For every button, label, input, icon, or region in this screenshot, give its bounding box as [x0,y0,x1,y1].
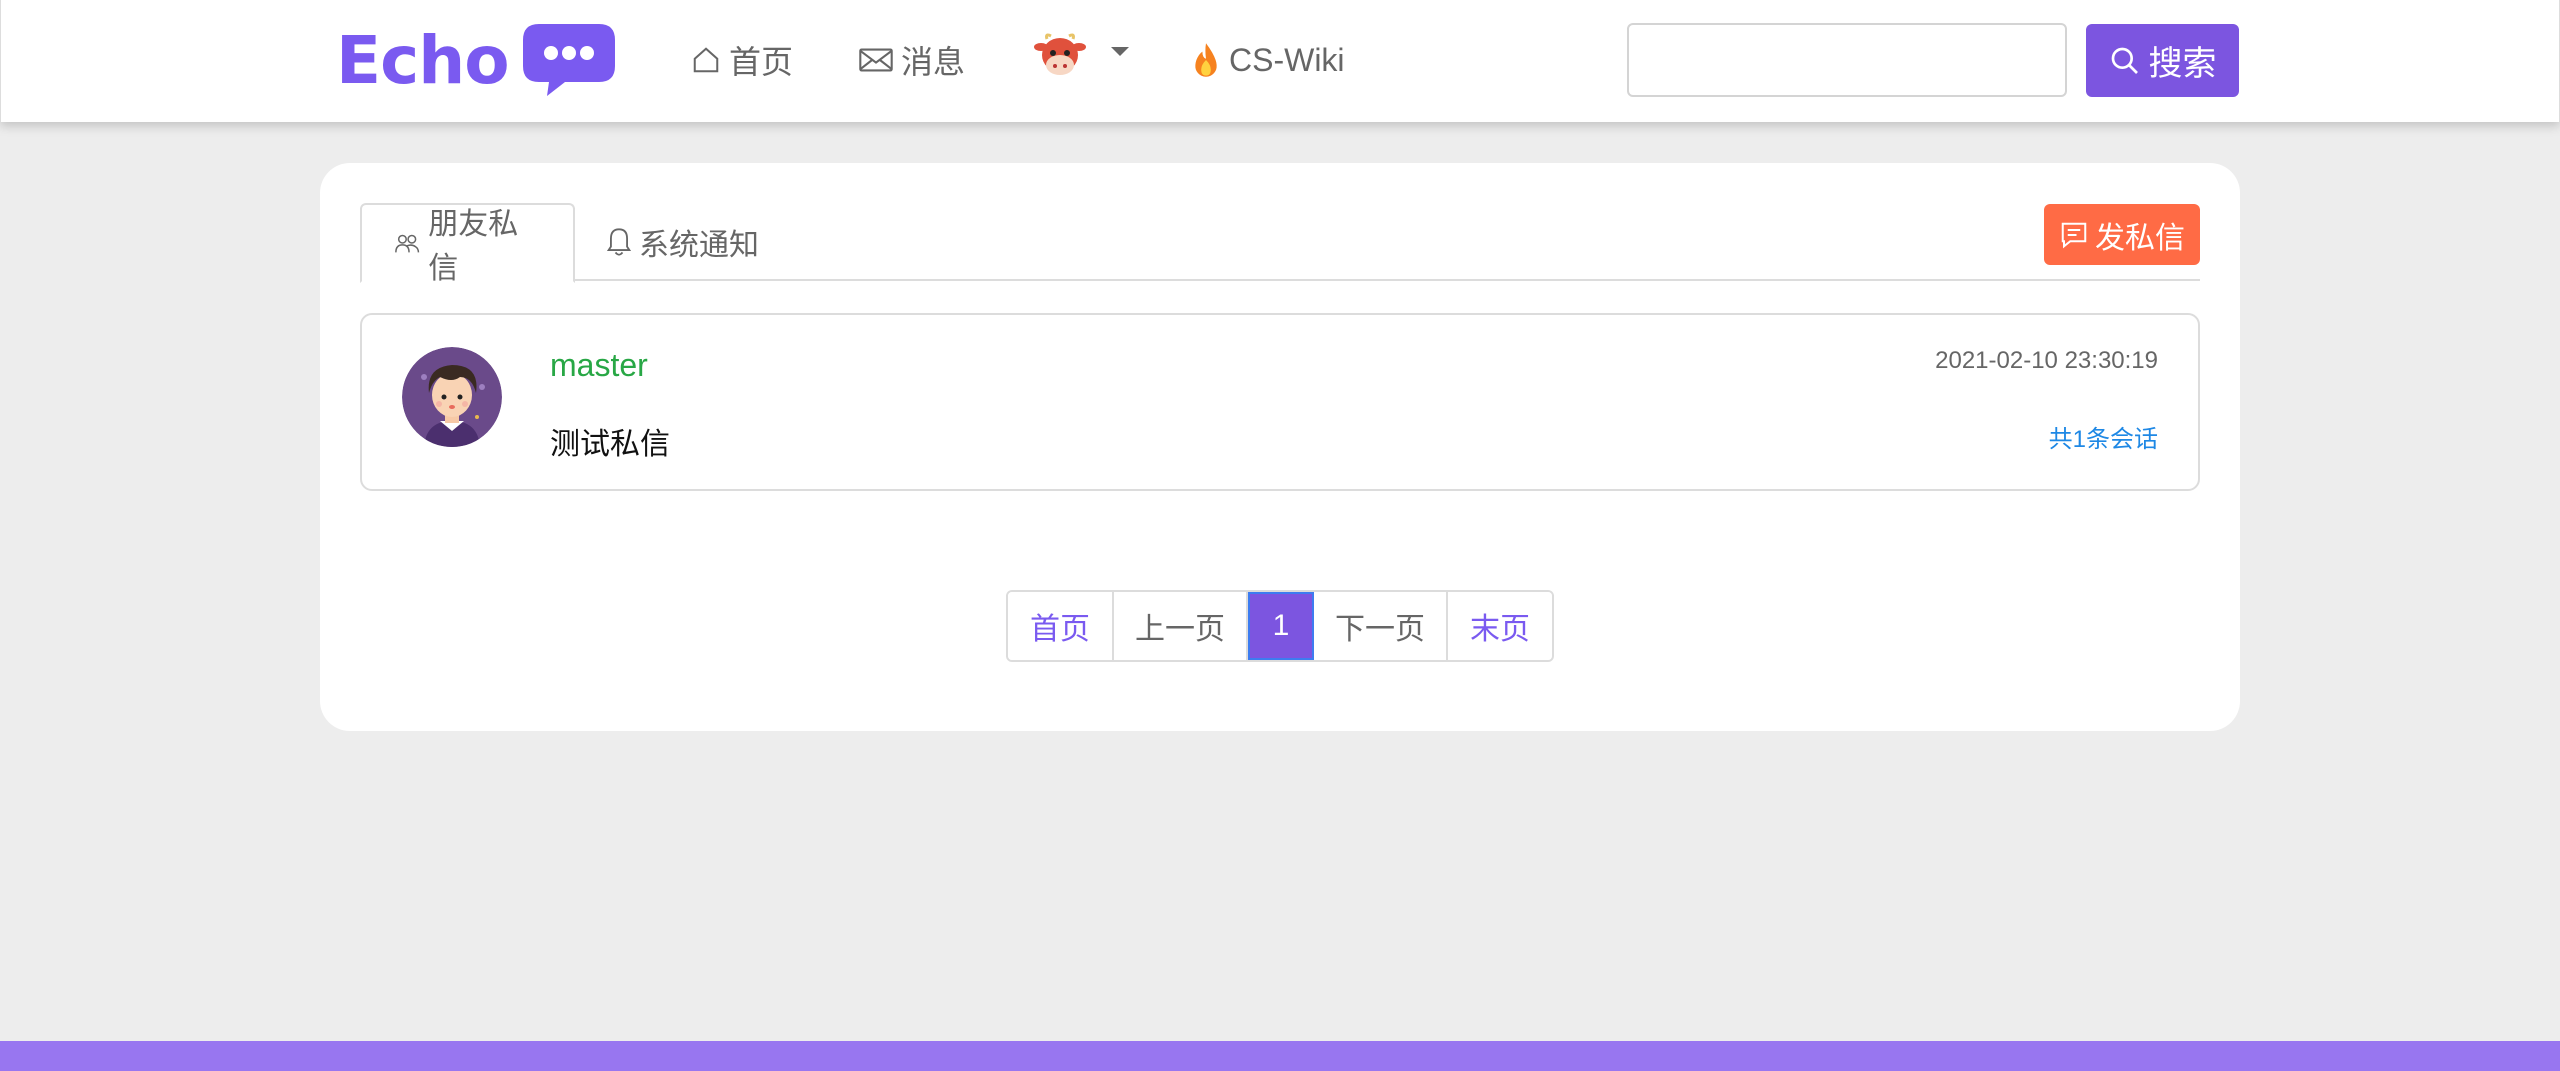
tab-friend-messages-label: 朋友私信 [428,208,519,285]
caret-down-icon [1111,47,1129,56]
conversation-count-link[interactable]: 共1条会话 [2049,419,2158,454]
nav-home-label: 首页 [729,44,794,80]
page-current[interactable]: 1 [1248,592,1314,660]
nav-messages-label: 消息 [901,44,966,80]
page-prev[interactable]: 上一页 [1114,592,1248,660]
tab-system-notifications-label: 系统通知 [639,229,759,262]
chat-icon [2061,222,2087,248]
nav-wiki[interactable]: CS-Wiki [1191,38,1345,82]
nav-wiki-label: CS-Wiki [1229,41,1345,78]
send-message-label: 发私信 [2095,221,2185,255]
cow-avatar-icon [1034,33,1086,75]
avatar[interactable] [402,347,502,447]
footer-bar [0,1041,2560,1071]
users-icon [395,234,420,253]
conversation-time: 2021-02-10 23:30:19 [1935,347,2158,374]
tab-system-notifications[interactable]: 系统通知 [575,203,791,281]
fire-icon [1195,43,1217,77]
envelope-icon [859,48,893,72]
conversation-content: 测试私信 [550,428,670,461]
search-icon [2111,47,2138,74]
chat-bubble-logo-icon [521,22,617,103]
page-next[interactable]: 下一页 [1314,592,1448,660]
nav-messages[interactable]: 消息 [859,38,965,82]
conversation-username[interactable]: master [550,347,648,384]
pagination: 首页 上一页 1 下一页 末页 [1006,590,1554,662]
cartoon-boy-avatar-icon [402,347,502,447]
nav-user-menu[interactable] [1033,33,1131,78]
page-last[interactable]: 末页 [1448,592,1552,660]
send-message-button[interactable]: 发私信 [2044,204,2200,265]
search-button-label: 搜索 [2148,45,2217,83]
tab-friend-messages[interactable]: 朋友私信 [360,203,575,285]
search-input[interactable] [1627,23,2067,97]
home-icon [693,47,719,73]
bell-icon [607,228,631,256]
conversation-item[interactable]: master 测试私信 2021-02-10 23:30:19 共1条会话 [360,313,2200,491]
message-tabs: 朋友私信 系统通知 [360,203,2200,285]
top-navbar: Echo 首页 消息 CS-Wiki 搜索 [0,0,2560,122]
brand-name: Echo [336,21,510,99]
messages-card: 朋友私信 系统通知 发私信 master 测试私信 2021-02-10 23:… [320,163,2240,731]
nav-home[interactable]: 首页 [691,38,793,82]
search-button[interactable]: 搜索 [2086,24,2239,97]
brand-logo[interactable]: Echo [336,20,617,100]
page-first[interactable]: 首页 [1008,592,1114,660]
